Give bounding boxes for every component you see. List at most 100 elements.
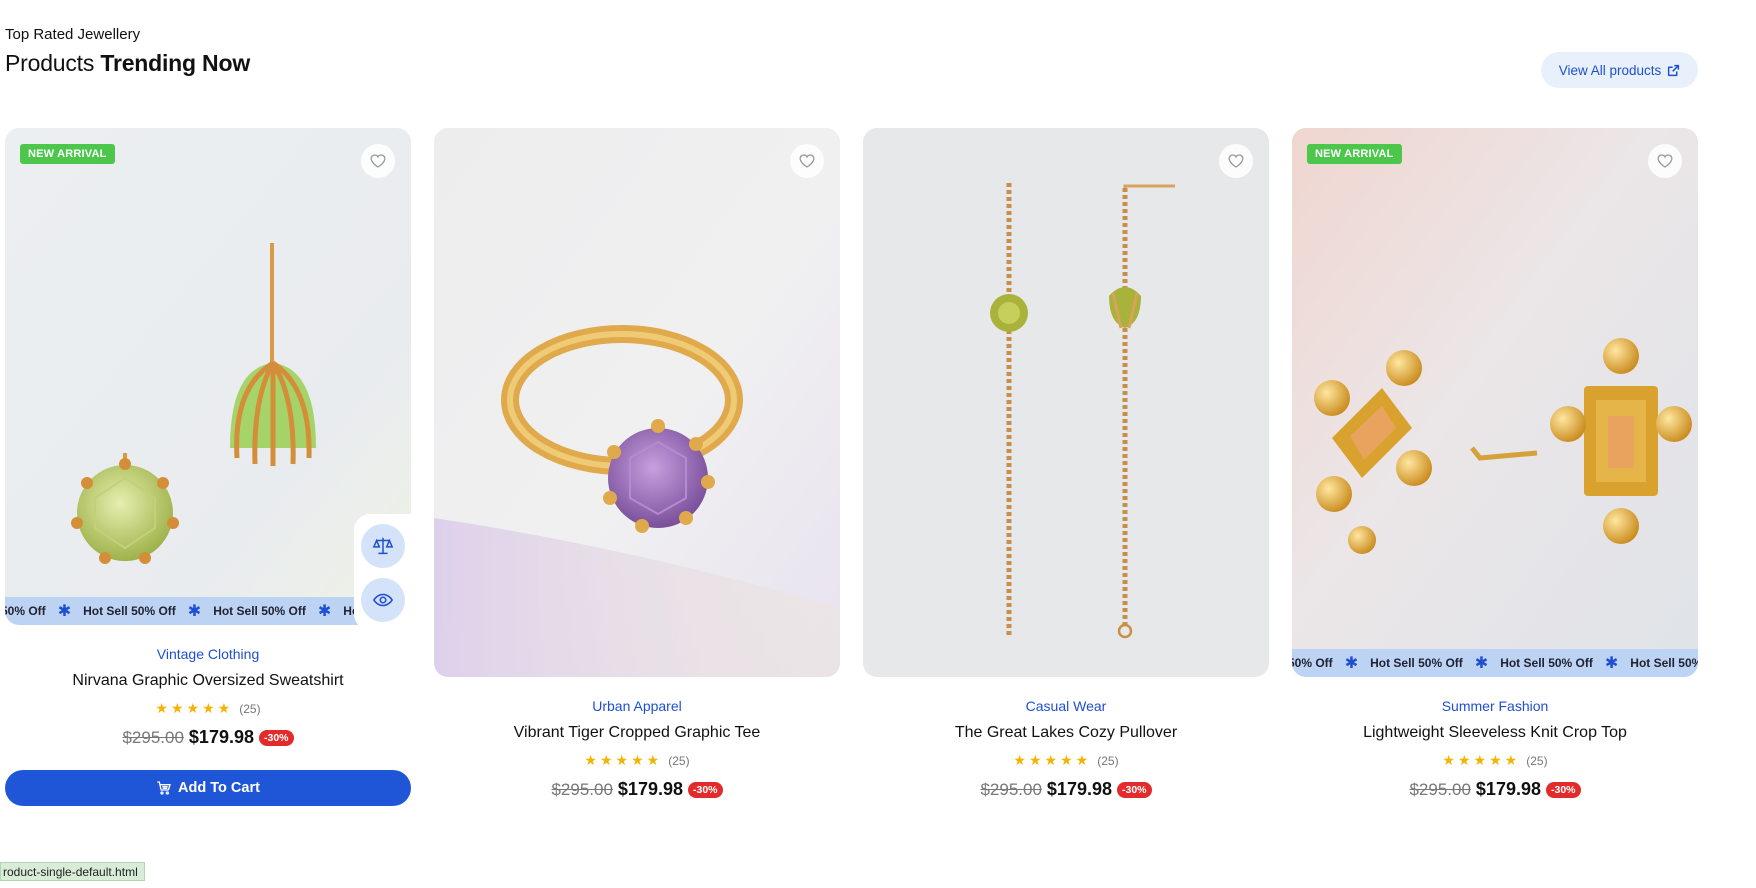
rating: ★ ★ ★ ★ ★ (25) — [863, 752, 1269, 769]
star-icon: ★ — [1075, 752, 1089, 768]
link-status-bar: roduct-single-default.html — [0, 862, 145, 881]
star-icon: ★ — [1473, 752, 1487, 768]
product-card[interactable]: Urban Apparel Vibrant Tiger Cropped Grap… — [434, 128, 840, 800]
star-icon: ★ — [186, 700, 200, 716]
ticker-item: Hot Sell 50% Off — [83, 604, 176, 618]
review-count: (25) — [668, 753, 690, 768]
price: $295.00 $179.98 -30% — [863, 779, 1269, 800]
product-image[interactable]: NEW ARRIVAL 50% Off ✱ Hot Sell 50% Off ✱ H… — [1292, 128, 1698, 677]
eye-icon — [372, 593, 394, 607]
product-category-link[interactable]: Summer Fashion — [1292, 698, 1698, 714]
new-arrival-badge: NEW ARRIVAL — [20, 144, 115, 164]
star-icon: ★ — [1489, 752, 1502, 768]
wishlist-button[interactable] — [1648, 144, 1682, 178]
product-card[interactable]: Casual Wear The Great Lakes Cozy Pullove… — [863, 128, 1269, 800]
section-title-regular: Products — [5, 50, 101, 76]
product-category-link[interactable]: Casual Wear — [863, 698, 1269, 714]
product-title-link[interactable]: The Great Lakes Cozy Pullover — [863, 724, 1269, 742]
star-icon: ★ — [1442, 752, 1455, 768]
scale-icon — [372, 537, 394, 555]
star-icon: ★ — [217, 700, 231, 716]
amethyst-gold-ring-image — [434, 128, 840, 677]
star-icon: ★ — [202, 700, 215, 716]
quick-actions — [354, 514, 412, 630]
old-price: $295.00 — [1409, 779, 1471, 799]
old-price: $295.00 — [980, 779, 1042, 799]
view-all-products-button[interactable]: View All products — [1541, 52, 1698, 88]
add-to-cart-label: Add To Cart — [178, 780, 260, 796]
ticker-item: Hot Sell 50% Off — [1370, 656, 1463, 670]
wishlist-button[interactable] — [361, 144, 395, 178]
ticker-item: 50% Off — [5, 604, 46, 618]
star-icon: ★ — [584, 752, 597, 768]
ticker-item: Hot Sell 50% Off — [1500, 656, 1593, 670]
asterisk-icon: ✱ — [57, 603, 72, 620]
star-icon: ★ — [599, 752, 613, 768]
review-count: (25) — [239, 701, 261, 716]
asterisk-icon: ✱ — [1474, 655, 1489, 672]
product-category-link[interactable]: Vintage Clothing — [5, 646, 411, 662]
ticker-item: Hot Sell 50% Off — [1630, 656, 1698, 670]
section-title-bold: Trending Now — [100, 50, 251, 76]
rating: ★ ★ ★ ★ ★ (25) — [1292, 752, 1698, 769]
star-icon: ★ — [1028, 752, 1042, 768]
star-icon: ★ — [1504, 752, 1518, 768]
rating: ★ ★ ★ ★ ★ (25) — [434, 752, 840, 769]
star-icon: ★ — [1013, 752, 1026, 768]
wishlist-button[interactable] — [1219, 144, 1253, 178]
quick-view-button[interactable] — [361, 578, 405, 622]
external-link-icon — [1668, 64, 1680, 76]
star-icon: ★ — [1044, 752, 1058, 768]
current-price: $179.98 — [188, 727, 254, 747]
new-arrival-badge: NEW ARRIVAL — [1307, 144, 1402, 164]
ticker-item: Hot Sell 50% Off — [213, 604, 306, 618]
view-all-label: View All products — [1558, 62, 1662, 78]
old-price: $295.00 — [122, 727, 184, 747]
review-count: (25) — [1097, 753, 1119, 768]
cart-icon — [157, 781, 171, 795]
compare-button[interactable] — [361, 524, 405, 568]
asterisk-icon: ✱ — [317, 603, 332, 620]
discount-badge: -30% — [1117, 781, 1152, 798]
ticker-item: 50% Off — [1292, 656, 1333, 670]
star-icon: ★ — [155, 700, 168, 716]
current-price: $179.98 — [617, 779, 683, 799]
rating: ★ ★ ★ ★ ★ (25) — [5, 700, 411, 717]
asterisk-icon: ✱ — [1604, 655, 1619, 672]
star-icon: ★ — [1060, 752, 1073, 768]
star-icon: ★ — [1457, 752, 1471, 768]
product-category-link[interactable]: Urban Apparel — [434, 698, 840, 714]
product-image[interactable] — [863, 128, 1269, 677]
heart-icon — [1657, 154, 1673, 168]
gold-citrine-studs-image — [1292, 128, 1698, 677]
review-count: (25) — [1526, 753, 1548, 768]
old-price: $295.00 — [551, 779, 613, 799]
asterisk-icon: ✱ — [1344, 655, 1359, 672]
current-price: $179.98 — [1475, 779, 1541, 799]
product-image[interactable] — [434, 128, 840, 677]
green-peridot-stud-earrings-image — [5, 128, 411, 625]
star-icon: ★ — [615, 752, 629, 768]
star-icon: ★ — [631, 752, 644, 768]
product-title-link[interactable]: Vibrant Tiger Cropped Graphic Tee — [434, 724, 840, 742]
heart-icon — [1228, 154, 1244, 168]
section-eyebrow: Top Rated Jewellery — [5, 26, 141, 43]
add-to-cart-button[interactable]: Add To Cart — [5, 770, 411, 806]
star-icon: ★ — [646, 752, 660, 768]
heart-icon — [799, 154, 815, 168]
asterisk-icon: ✱ — [187, 603, 202, 620]
section-title: Products Trending Now — [5, 50, 250, 77]
product-title-link[interactable]: Lightweight Sleeveless Knit Crop Top — [1292, 724, 1698, 742]
wishlist-button[interactable] — [790, 144, 824, 178]
star-icon: ★ — [170, 700, 184, 716]
heart-icon — [370, 154, 386, 168]
promo-ticker: 50% Off ✱ Hot Sell 50% Off ✱ Hot Sell 50% … — [1292, 649, 1698, 677]
product-title-link[interactable]: Nirvana Graphic Oversized Sweatshirt — [5, 672, 411, 690]
product-card[interactable]: NEW ARRIVAL 50% Off ✱ Hot Sell 50% Off ✱ H… — [1292, 128, 1698, 800]
product-image[interactable]: NEW ARRIVAL 50% Off ✱ Hot Sell 50% Off ✱ H… — [5, 128, 411, 625]
product-card[interactable]: NEW ARRIVAL 50% Off ✱ Hot Sell 50% Off ✱ H… — [5, 128, 411, 806]
discount-badge: -30% — [1546, 781, 1581, 798]
discount-badge: -30% — [688, 781, 723, 798]
discount-badge: -30% — [259, 729, 294, 746]
chain-drop-earrings-image — [863, 128, 1269, 677]
